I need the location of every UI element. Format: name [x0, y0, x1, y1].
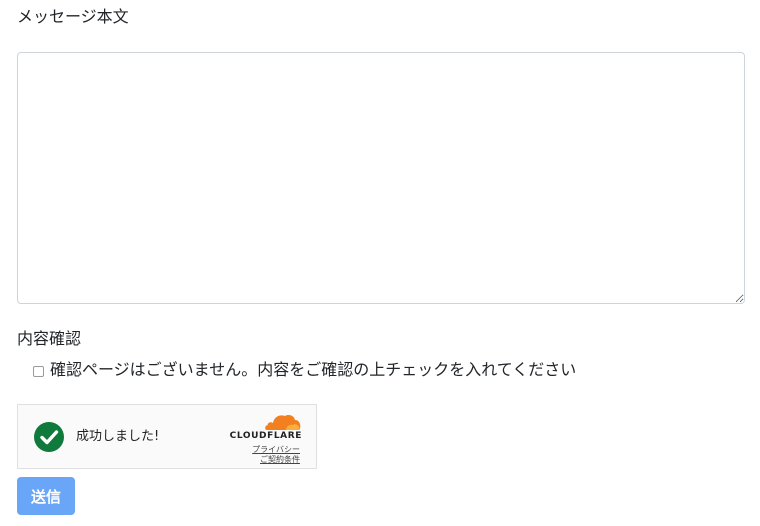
confirm-label: 内容確認: [17, 329, 82, 348]
turnstile-status-text: 成功しました!: [76, 429, 160, 444]
confirm-checkbox[interactable]: [33, 366, 44, 377]
confirm-check-row[interactable]: 確認ページはございません。内容をご確認の上チェックを入れてください: [33, 359, 576, 381]
cloudflare-turnstile-widget: 成功しました! CLOUDFLARE プライバシー ご契約条件: [17, 404, 317, 469]
submit-button[interactable]: 送信: [17, 477, 75, 515]
confirm-checkbox-label[interactable]: 確認ページはございません。内容をご確認の上チェックを入れてください: [50, 360, 576, 380]
cloudflare-logo-text: CLOUDFLARE: [229, 431, 302, 441]
message-label: メッセージ本文: [17, 7, 129, 26]
privacy-link[interactable]: プライバシー: [252, 445, 300, 455]
success-check-icon: [34, 422, 64, 452]
terms-link[interactable]: ご契約条件: [260, 455, 300, 465]
message-textarea[interactable]: [17, 52, 745, 304]
